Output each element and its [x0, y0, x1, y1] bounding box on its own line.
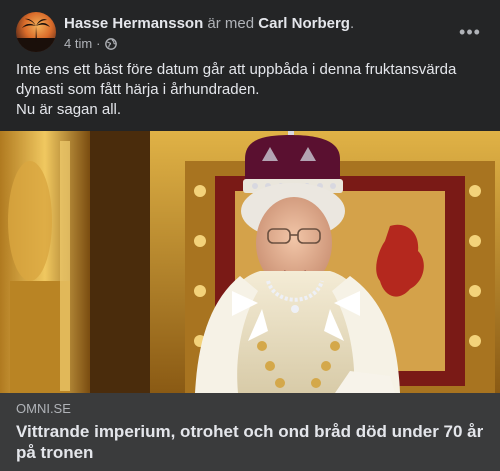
avatar[interactable] — [16, 12, 56, 52]
post-body: Inte ens ett bäst före datum går att upp… — [16, 60, 484, 120]
tagged-person[interactable]: Carl Norberg — [258, 15, 350, 32]
author-name[interactable]: Hasse Hermansson — [64, 15, 203, 32]
link-preview-image[interactable] — [0, 131, 500, 393]
post-time[interactable]: 4 tim — [64, 36, 92, 52]
link-preview[interactable]: OMNI.SE Vittrande imperium, otrohet och … — [0, 393, 500, 471]
palm-sunset-icon — [16, 18, 56, 52]
link-headline[interactable]: Vittrande imperium, otrohet och ond bråd… — [16, 421, 484, 463]
post-body-line: dynasti som fått härja i århundraden. — [16, 81, 260, 98]
facebook-post: Hasse Hermansson är med Carl Norberg. 4 … — [0, 0, 500, 471]
meta-separator: · — [96, 36, 101, 51]
post-author-line: Hasse Hermansson är med Carl Norberg. — [64, 14, 354, 33]
post-header: Hasse Hermansson är med Carl Norberg. 4 … — [16, 12, 484, 54]
link-domain: OMNI.SE — [16, 401, 71, 416]
with-text: är med — [207, 15, 255, 32]
post-meta: 4 tim · — [64, 36, 117, 52]
more-options-icon[interactable]: ••• — [456, 18, 484, 46]
globe-icon[interactable] — [104, 38, 117, 50]
tag-period: . — [349, 15, 355, 32]
queen-on-throne-photo — [0, 131, 500, 393]
post-body-line: Inte ens ett bäst före datum går att upp… — [16, 61, 457, 78]
post-body-line: Nu är sagan all. — [16, 101, 122, 118]
